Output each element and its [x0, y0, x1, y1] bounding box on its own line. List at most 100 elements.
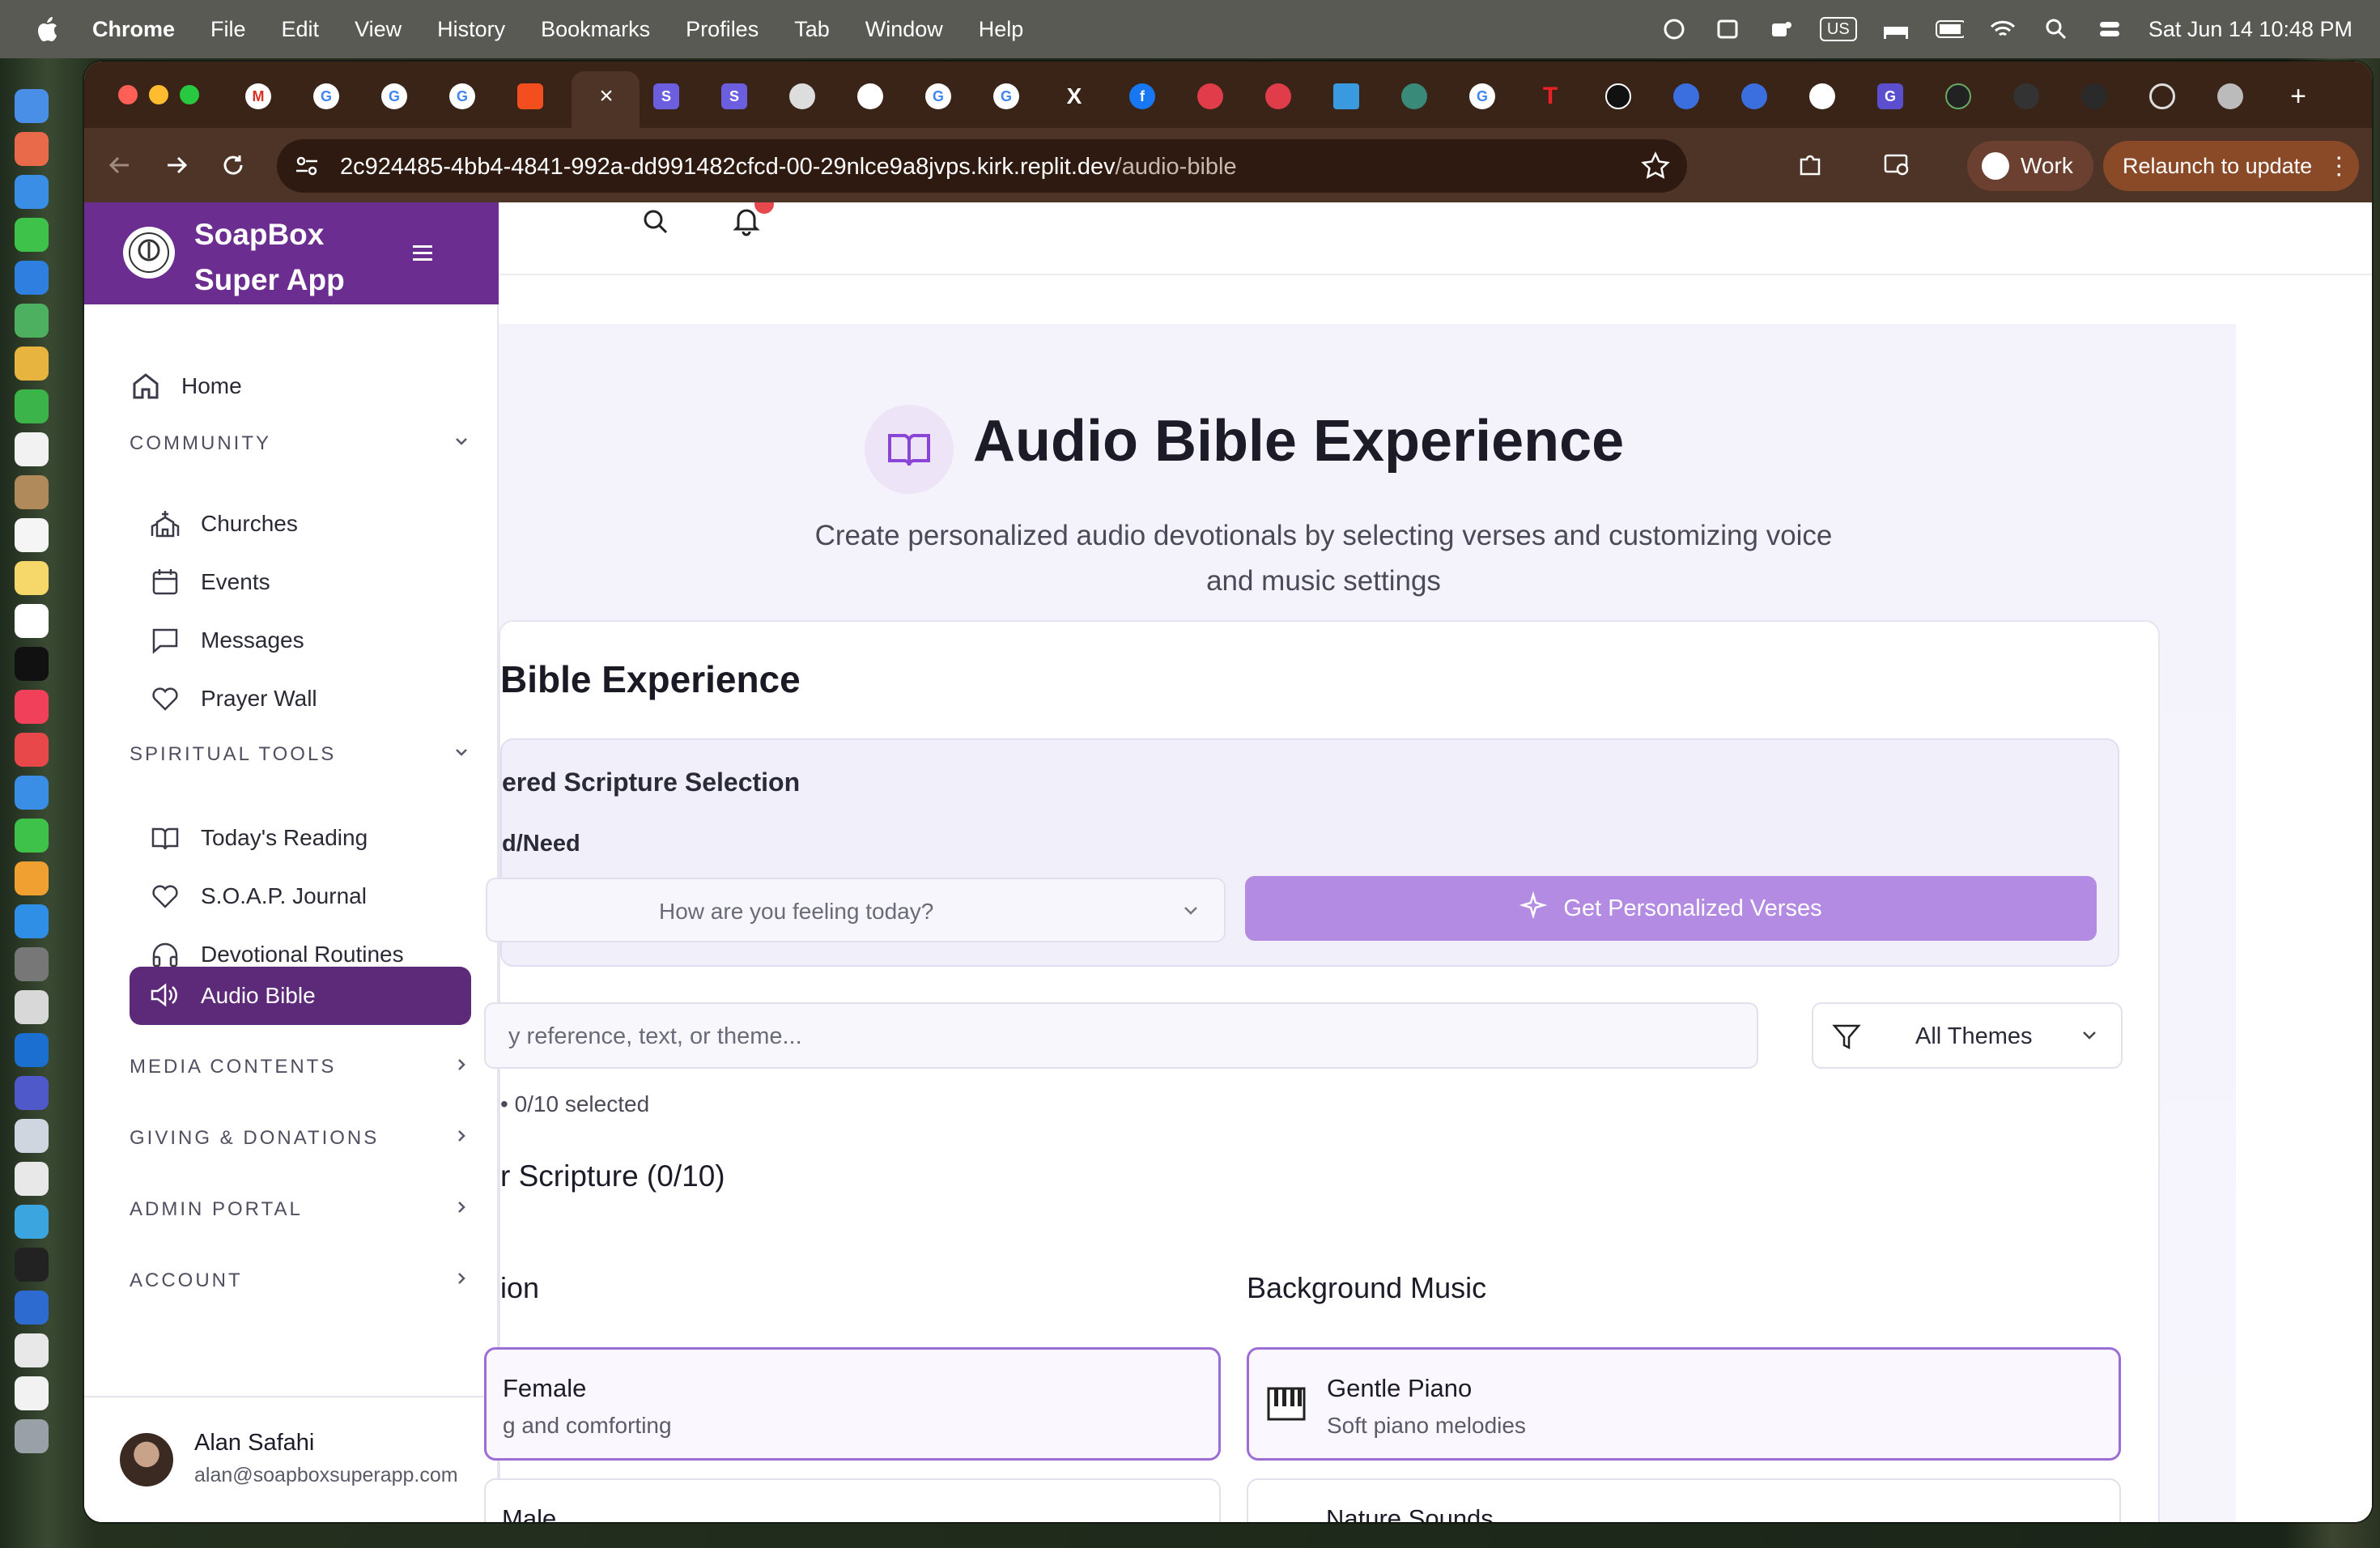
- wifi-icon[interactable]: [1988, 17, 2017, 41]
- onepassword-icon[interactable]: [15, 1291, 49, 1325]
- facetime-icon[interactable]: [15, 389, 49, 423]
- keynote-icon[interactable]: [15, 776, 49, 810]
- tab-s-1[interactable]: S: [643, 76, 690, 117]
- menu-tab[interactable]: Tab: [794, 17, 830, 42]
- reminders-icon[interactable]: [15, 518, 49, 552]
- sidebar-item-events[interactable]: Events: [149, 554, 489, 610]
- photos-icon[interactable]: [15, 347, 49, 381]
- app-store-icon[interactable]: [15, 904, 49, 938]
- spotlight-search-icon[interactable]: [2042, 17, 2071, 41]
- section-community[interactable]: COMMUNITY: [130, 427, 470, 460]
- tab-google-3[interactable]: G: [439, 76, 486, 117]
- tab-openai-2[interactable]: [1595, 76, 1642, 117]
- voice-option-male[interactable]: Male: [484, 1478, 1221, 1522]
- cast-search-icon[interactable]: [1883, 151, 1912, 180]
- tab-dark-1[interactable]: [1935, 76, 1982, 117]
- tab-red-2[interactable]: [1255, 76, 1302, 117]
- get-personalized-verses-button[interactable]: Get Personalized Verses: [1245, 876, 2097, 941]
- window-zoom-button[interactable]: [180, 85, 199, 104]
- vscode-icon[interactable]: [15, 1205, 49, 1239]
- news-icon[interactable]: [15, 733, 49, 767]
- forward-button[interactable]: [162, 151, 191, 180]
- mail-icon[interactable]: [15, 261, 49, 295]
- tab-google-1[interactable]: G: [303, 76, 350, 117]
- input-source-indicator[interactable]: US: [1819, 17, 1857, 41]
- brand-name[interactable]: SoapBox Super App: [194, 212, 372, 303]
- tab-s-2[interactable]: S: [711, 76, 758, 117]
- window-minimize-button[interactable]: [149, 85, 168, 104]
- section-media-contents[interactable]: MEDIA CONTENTS: [130, 1051, 470, 1083]
- launchpad-icon[interactable]: [15, 132, 49, 166]
- back-button[interactable]: [105, 151, 134, 180]
- tab-github[interactable]: [1799, 76, 1846, 117]
- sidebar-item-churches[interactable]: Churches: [149, 495, 489, 552]
- tab-gmail[interactable]: M: [235, 76, 282, 117]
- preview-icon[interactable]: [15, 990, 49, 1024]
- user-profile[interactable]: Alan Safahi alan@soapboxsuperapp.com: [84, 1396, 499, 1522]
- safari-icon[interactable]: [15, 175, 49, 209]
- tab-figma[interactable]: [507, 76, 554, 117]
- menu-window[interactable]: Window: [865, 17, 943, 42]
- bed-icon[interactable]: [1881, 17, 1910, 41]
- tab-openai-1[interactable]: [847, 76, 894, 117]
- outlook-dock-icon[interactable]: [15, 1033, 49, 1067]
- scripture-search-input[interactable]: y reference, text, or theme...: [484, 1002, 1758, 1069]
- tab-red-1[interactable]: [1187, 76, 1234, 117]
- menu-view[interactable]: View: [355, 17, 402, 42]
- control-center-icon[interactable]: [2095, 17, 2124, 41]
- teams-dock-icon[interactable]: [15, 1076, 49, 1110]
- tab-current-close[interactable]: ×: [583, 76, 630, 117]
- window-close-button[interactable]: [118, 85, 138, 104]
- menu-app-name[interactable]: Chrome: [92, 17, 175, 42]
- tab-dark-2[interactable]: [2003, 76, 2050, 117]
- trash-icon[interactable]: [15, 1419, 49, 1453]
- teams-icon[interactable]: [1766, 17, 1796, 41]
- maps-icon[interactable]: [15, 304, 49, 338]
- section-account[interactable]: ACCOUNT: [130, 1265, 470, 1297]
- music-option-nature-sounds[interactable]: Nature Sounds: [1247, 1478, 2121, 1522]
- menu-profiles[interactable]: Profiles: [686, 17, 759, 42]
- tab-x[interactable]: X: [1051, 76, 1098, 117]
- tab-facebook[interactable]: f: [1119, 76, 1166, 117]
- sidebar-item-todays-reading[interactable]: Today's Reading: [149, 810, 489, 866]
- reload-button[interactable]: [219, 151, 248, 180]
- site-info-icon[interactable]: [293, 152, 321, 180]
- tab-blue-1[interactable]: [1663, 76, 1710, 117]
- menu-history[interactable]: History: [437, 17, 505, 42]
- disk-utility-icon[interactable]: [15, 1119, 49, 1153]
- more-vert-icon[interactable]: ⋮: [2327, 152, 2351, 181]
- tab-blue-2[interactable]: [1731, 76, 1778, 117]
- search-icon[interactable]: [640, 206, 672, 238]
- downloads-folder-icon[interactable]: [15, 1376, 49, 1410]
- section-admin-portal[interactable]: ADMIN PORTAL: [130, 1193, 470, 1226]
- finder-icon[interactable]: [15, 89, 49, 123]
- battery-icon[interactable]: [1935, 17, 1964, 41]
- section-spiritual-tools[interactable]: SPIRITUAL TOOLS: [130, 738, 470, 771]
- numbers-icon[interactable]: [15, 819, 49, 853]
- terminal-icon[interactable]: [15, 1248, 49, 1282]
- tab-green[interactable]: [1391, 76, 1438, 117]
- freeform-icon[interactable]: [15, 604, 49, 638]
- url-text[interactable]: 2c924485-4bb4-4841-992a-dd991482cfcd-00-…: [340, 154, 1237, 181]
- pages-icon[interactable]: [15, 861, 49, 895]
- apple-tv-icon[interactable]: [15, 647, 49, 681]
- tab-google-2[interactable]: G: [371, 76, 418, 117]
- menu-file[interactable]: File: [210, 17, 246, 42]
- sidebar-item-prayer-wall[interactable]: Prayer Wall: [149, 670, 489, 727]
- tab-google-6[interactable]: G: [1459, 76, 1506, 117]
- sidebar-item-home[interactable]: Home: [130, 358, 470, 415]
- menu-bookmarks[interactable]: Bookmarks: [541, 17, 650, 42]
- menubar-clock[interactable]: Sat Jun 14 10:48 PM: [2148, 17, 2352, 42]
- music-icon[interactable]: [15, 690, 49, 724]
- address-bar[interactable]: 2c924485-4bb4-4841-992a-dd991482cfcd-00-…: [277, 139, 1687, 193]
- tab-chrome[interactable]: [779, 76, 826, 117]
- notes-icon[interactable]: [15, 561, 49, 595]
- tab-google-5[interactable]: G: [983, 76, 1030, 117]
- menu-edit[interactable]: Edit: [282, 17, 320, 42]
- menu-help[interactable]: Help: [979, 17, 1024, 42]
- tab-blocks[interactable]: [1323, 76, 1370, 117]
- copilot-icon[interactable]: [1660, 17, 1689, 41]
- theme-filter-select[interactable]: All Themes: [1812, 1002, 2123, 1069]
- mood-select[interactable]: How are you feeling today?: [486, 878, 1226, 942]
- sidebar-item-messages[interactable]: Messages: [149, 612, 489, 669]
